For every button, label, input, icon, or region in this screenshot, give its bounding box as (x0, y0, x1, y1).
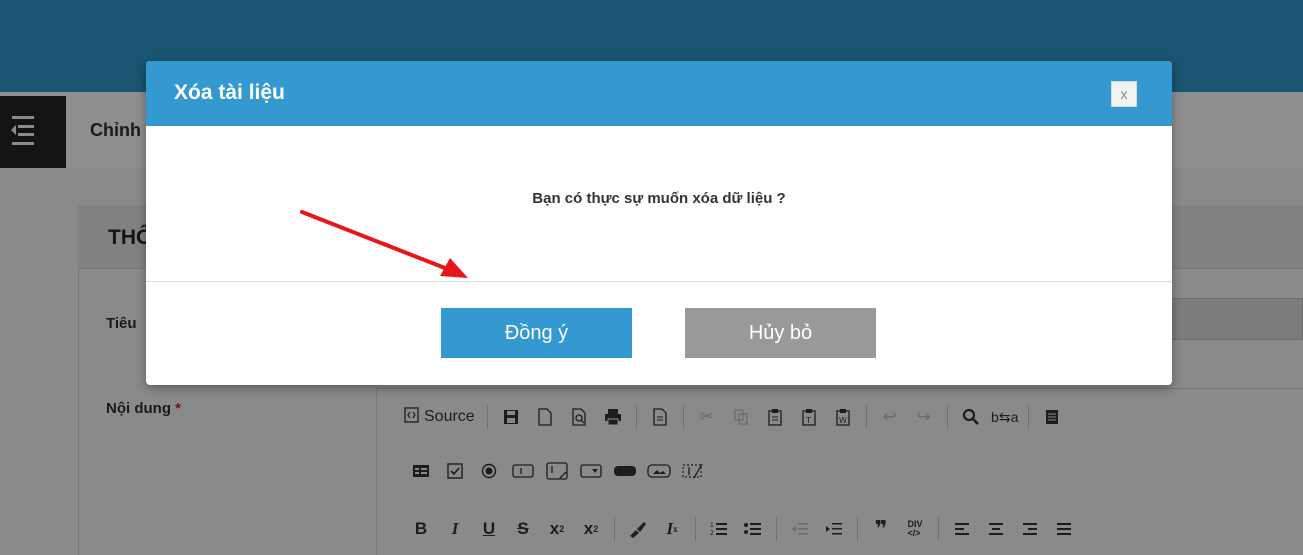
outdent-icon[interactable] (783, 516, 817, 542)
cut-icon[interactable]: ✂ (690, 404, 724, 430)
strike-icon[interactable]: S (506, 516, 540, 542)
source-icon (404, 406, 420, 428)
paste-word-icon[interactable]: W (826, 404, 860, 430)
dialog-title: Xóa tài liệu (174, 81, 285, 104)
hiddenfield-icon[interactable] (676, 458, 710, 484)
toolbar-separator (486, 405, 488, 429)
confirm-button[interactable]: Đồng ý (441, 308, 632, 358)
justify-icon[interactable] (1047, 516, 1081, 542)
subscript-icon[interactable]: x2 (540, 516, 574, 542)
svg-text:2: 2 (710, 530, 714, 537)
indent-icon[interactable] (817, 516, 851, 542)
title-input[interactable] (1160, 298, 1303, 340)
menu-icon (0, 116, 66, 172)
align-left-icon[interactable] (945, 516, 979, 542)
menu-toggle-button[interactable] (0, 96, 66, 168)
source-label: Source (424, 408, 475, 425)
align-right-icon[interactable] (1013, 516, 1047, 542)
cancel-button[interactable]: Hủy bỏ (685, 308, 876, 358)
numbered-list-icon[interactable]: 12 (702, 516, 736, 542)
imagebutton-icon[interactable] (642, 458, 676, 484)
required-mark: * (175, 400, 181, 417)
underline-icon[interactable]: U (472, 516, 506, 542)
toolbar-separator (857, 517, 858, 541)
toolbar-separator (776, 517, 777, 541)
remove-format-icon[interactable]: Ix (655, 516, 689, 542)
button-icon[interactable] (608, 458, 642, 484)
toolbar-separator (1027, 405, 1029, 429)
print-icon[interactable] (596, 404, 630, 430)
form-icon[interactable] (404, 458, 438, 484)
radio-icon[interactable] (472, 458, 506, 484)
toolbar-separator (695, 517, 696, 541)
paste-text-icon[interactable]: T (792, 404, 826, 430)
align-center-icon[interactable] (979, 516, 1013, 542)
toolbar-separator (946, 405, 948, 429)
toolbar-separator (682, 405, 684, 429)
div-icon[interactable]: DIV </> (898, 516, 932, 542)
editor-toolbar-row-2 (404, 458, 710, 484)
templates-icon[interactable] (643, 404, 677, 430)
svg-text:1: 1 (710, 522, 714, 529)
superscript-icon[interactable]: x2 (574, 516, 608, 542)
close-button[interactable]: x (1111, 81, 1137, 107)
toolbar-separator (865, 405, 867, 429)
dialog-header: Xóa tài liệu x (146, 61, 1172, 126)
copy-icon[interactable] (724, 404, 758, 430)
editor-toolbar-row-3: B I U S x2 x2 Ix 12 ❞ DIV </> (404, 516, 1081, 542)
content-field-label: Nội dung * (106, 400, 181, 417)
save-icon[interactable] (494, 404, 528, 430)
textarea-icon[interactable] (540, 458, 574, 484)
bulleted-list-icon[interactable] (736, 516, 770, 542)
annotation-arrow-icon (300, 210, 468, 278)
bold-icon[interactable]: B (404, 516, 438, 542)
svg-text:T: T (805, 416, 811, 425)
blockquote-icon[interactable]: ❞ (864, 516, 898, 542)
select-all-icon[interactable] (1035, 404, 1069, 430)
preview-icon[interactable] (562, 404, 596, 430)
close-icon: x (1120, 86, 1128, 102)
source-button[interactable]: Source (404, 406, 481, 428)
toolbar-separator (614, 517, 615, 541)
svg-text:W: W (839, 416, 847, 425)
toolbar-separator (635, 405, 637, 429)
select-icon[interactable] (574, 458, 608, 484)
new-page-icon[interactable] (528, 404, 562, 430)
title-field-label: Tiêu (106, 315, 137, 332)
find-icon[interactable] (954, 404, 988, 430)
copy-format-icon[interactable] (621, 516, 655, 542)
checkbox-icon[interactable] (438, 458, 472, 484)
breadcrumb: Chỉnh (90, 120, 141, 140)
editor-toolbar-row-1: Source ✂ T W ↩ ↪ b⇆a (404, 404, 1069, 430)
replace-icon[interactable]: b⇆a (988, 404, 1022, 430)
italic-icon[interactable]: I (438, 516, 472, 542)
toolbar-separator (938, 517, 939, 541)
redo-icon[interactable]: ↪ (907, 404, 941, 430)
content-label-text: Nội dung (106, 400, 171, 417)
textfield-icon[interactable] (506, 458, 540, 484)
undo-icon[interactable]: ↩ (873, 404, 907, 430)
paste-icon[interactable] (758, 404, 792, 430)
